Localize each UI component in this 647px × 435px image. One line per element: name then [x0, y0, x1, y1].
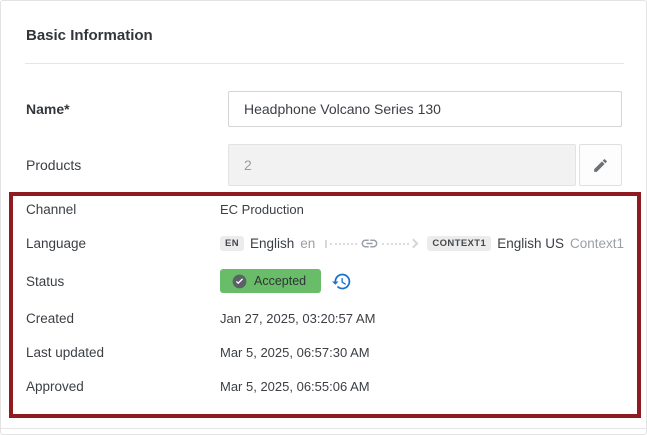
history-icon — [331, 271, 352, 292]
source-language-locale: en — [300, 236, 315, 251]
products-label: Products — [26, 157, 228, 173]
created-label: Created — [26, 311, 220, 326]
pencil-icon — [592, 157, 609, 174]
last-updated-row: Last updated Mar 5, 2025, 06:57:30 AM — [13, 343, 637, 361]
approved-row: Approved Mar 5, 2025, 06:55:06 AM — [13, 377, 637, 395]
status-badge-label: Accepted — [254, 274, 306, 288]
approved-label: Approved — [26, 379, 220, 394]
target-language-name: English US — [497, 236, 564, 251]
channel-row: Channel EC Production — [13, 200, 637, 218]
link-icon — [360, 234, 379, 253]
connector-dash-left — [330, 243, 357, 245]
status-badge: Accepted — [220, 269, 321, 293]
last-updated-value: Mar 5, 2025, 06:57:30 AM — [220, 345, 370, 360]
edit-products-button[interactable] — [579, 144, 622, 186]
status-row: Status Accepted — [13, 269, 637, 293]
name-row: Name* — [1, 91, 646, 127]
target-language-locale: Context1 — [570, 236, 624, 251]
check-circle-icon — [232, 274, 247, 289]
channel-value: EC Production — [220, 202, 304, 217]
source-language-name: English — [250, 236, 294, 251]
created-value: Jan 27, 2025, 03:20:57 AM — [220, 311, 375, 326]
highlighted-info-section: Channel EC Production Language EN Englis… — [9, 192, 641, 418]
status-history-button[interactable] — [330, 270, 352, 292]
products-row: Products — [1, 144, 646, 186]
status-value: Accepted — [220, 269, 352, 293]
source-language-code-badge: EN — [220, 236, 244, 251]
channel-label: Channel — [26, 202, 220, 217]
heading-divider — [25, 63, 624, 64]
language-row: Language EN English en CONTEXT1 English … — [13, 234, 637, 253]
last-updated-label: Last updated — [26, 345, 220, 360]
chevron-right-icon — [409, 239, 419, 249]
panel-title: Basic Information — [1, 1, 646, 44]
language-link-connector — [325, 234, 417, 253]
status-label: Status — [26, 274, 220, 289]
basic-information-panel: Basic Information Name* Products Channel… — [0, 0, 647, 435]
name-label: Name* — [26, 101, 228, 117]
connector-tick — [325, 240, 327, 248]
products-input — [228, 144, 576, 186]
bottom-divider — [1, 428, 646, 429]
created-row: Created Jan 27, 2025, 03:20:57 AM — [13, 309, 637, 327]
target-context-badge: CONTEXT1 — [427, 236, 491, 251]
approved-value: Mar 5, 2025, 06:55:06 AM — [220, 379, 370, 394]
name-input[interactable] — [228, 91, 622, 127]
connector-dash-right — [382, 243, 409, 245]
language-value: EN English en CONTEXT1 English US Contex… — [220, 234, 624, 253]
language-label: Language — [26, 236, 220, 251]
